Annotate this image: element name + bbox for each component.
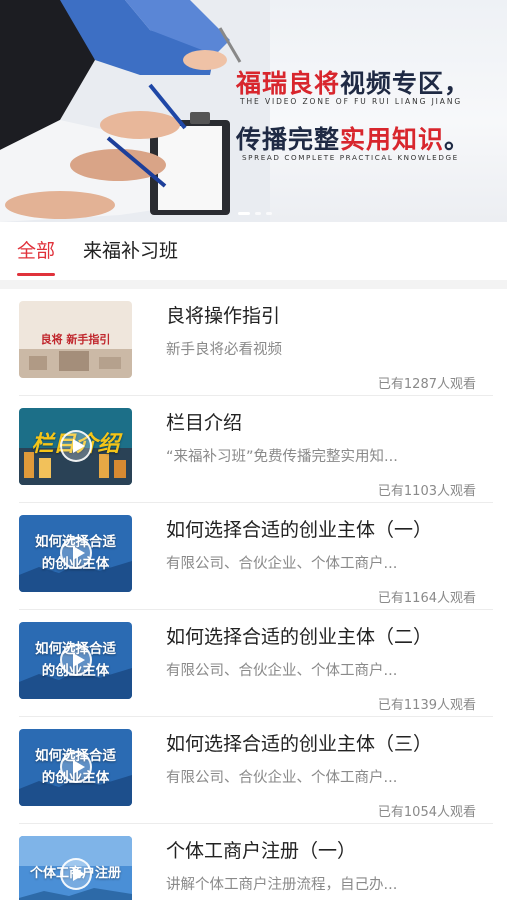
video-thumbnail[interactable]: 良将 新手指引: [19, 301, 132, 378]
video-item[interactable]: 如何选择合适 的创业主体 如何选择合适的创业主体（一） 有限公司、合伙企业、个体…: [0, 503, 507, 610]
play-icon[interactable]: [60, 537, 92, 569]
banner-zone-text: 视频专区，: [340, 69, 471, 98]
video-item[interactable]: 良将 新手指引 良将操作指引 新手良将必看视频 已有1287人观看: [0, 289, 507, 396]
video-description: 新手良将必看视频: [166, 342, 282, 358]
view-count: 已有1103人观看: [377, 484, 476, 499]
view-count: 已有1054人观看: [377, 805, 476, 820]
banner-headline-2: 传播完整实用知识。: [236, 120, 470, 156]
video-title[interactable]: 如何选择合适的创业主体（一）: [166, 515, 476, 542]
video-info: 栏目介绍 “来福补习班”免费传播完整实用知... 已有1103人观看: [166, 408, 476, 503]
video-info: 良将操作指引 新手良将必看视频 已有1287人观看: [166, 301, 476, 396]
carousel-dot[interactable]: [238, 212, 250, 215]
video-title[interactable]: 良将操作指引: [166, 301, 476, 328]
play-icon[interactable]: [60, 751, 92, 783]
video-title[interactable]: 栏目介绍: [166, 408, 476, 435]
thumbnail-caption: 良将 新手指引: [40, 333, 111, 346]
video-title[interactable]: 个体工商户注册（一）: [166, 836, 476, 863]
carousel-dot[interactable]: [255, 212, 261, 215]
banner-subtitle-2: SPREAD COMPLETE PRACTICAL KNOWLEDGE: [242, 153, 459, 162]
video-item[interactable]: 如何选择合适 的创业主体 如何选择合适的创业主体（二） 有限公司、合伙企业、个体…: [0, 610, 507, 717]
video-description: 有限公司、合伙企业、个体工商户...: [166, 770, 398, 786]
banner-illustration: [0, 0, 270, 222]
video-description: 有限公司、合伙企业、个体工商户...: [166, 556, 398, 572]
banner-spread-text: 传播完整: [236, 125, 341, 154]
view-count: 已有1164人观看: [377, 591, 476, 606]
carousel-indicator: [238, 212, 272, 215]
play-icon[interactable]: [60, 644, 92, 676]
view-count: 已有1139人观看: [377, 698, 476, 713]
tab-all[interactable]: 全部: [17, 222, 56, 280]
category-tabs: 全部 来福补习班: [0, 222, 507, 280]
video-thumbnail[interactable]: 如何选择合适 的创业主体: [19, 622, 132, 699]
video-info: 如何选择合适的创业主体（一） 有限公司、合伙企业、个体工商户... 已有1164…: [166, 515, 476, 610]
video-info: 如何选择合适的创业主体（三） 有限公司、合伙企业、个体工商户... 已有1054…: [166, 729, 476, 824]
video-list: 良将 新手指引 良将操作指引 新手良将必看视频 已有1287人观看 栏目介绍 栏…: [0, 289, 507, 900]
video-description: 讲解个体工商户注册流程，自己办...: [166, 877, 398, 893]
video-thumbnail[interactable]: 如何选择合适 的创业主体: [19, 515, 132, 592]
video-thumbnail[interactable]: 如何选择合适 的创业主体: [19, 729, 132, 806]
video-description: 有限公司、合伙企业、个体工商户...: [166, 663, 398, 679]
banner-brand: 福瑞良将: [236, 69, 341, 98]
play-icon[interactable]: [60, 858, 92, 890]
view-count: 已有1287人观看: [377, 377, 476, 392]
video-item[interactable]: 栏目介绍 栏目介绍 “来福补习班”免费传播完整实用知... 已有1103人观看: [0, 396, 507, 503]
tab-laifu-class[interactable]: 来福补习班: [83, 222, 178, 280]
section-divider: [0, 280, 507, 289]
banner-knowledge-text: 实用知识: [340, 125, 445, 154]
video-description: “来福补习班”免费传播完整实用知...: [166, 449, 398, 465]
video-info: 如何选择合适的创业主体（二） 有限公司、合伙企业、个体工商户... 已有1139…: [166, 622, 476, 717]
banner-period: 。: [444, 125, 471, 154]
banner-carousel[interactable]: 福瑞良将视频专区， THE VIDEO ZONE OF FU RUI LIANG…: [0, 0, 507, 222]
play-icon[interactable]: [60, 430, 92, 462]
video-thumbnail[interactable]: 个体工商户注册: [19, 836, 132, 900]
video-title[interactable]: 如何选择合适的创业主体（三）: [166, 729, 476, 756]
video-item[interactable]: 如何选择合适 的创业主体 如何选择合适的创业主体（三） 有限公司、合伙企业、个体…: [0, 717, 507, 824]
video-thumbnail[interactable]: 栏目介绍: [19, 408, 132, 485]
carousel-dot[interactable]: [266, 212, 272, 215]
banner-headline-1: 福瑞良将视频专区，: [236, 64, 470, 100]
video-info: 个体工商户注册（一） 讲解个体工商户注册流程，自己办...: [166, 836, 476, 900]
banner-subtitle-1: THE VIDEO ZONE OF FU RUI LIANG JIANG: [240, 97, 463, 106]
video-title[interactable]: 如何选择合适的创业主体（二）: [166, 622, 476, 649]
video-item[interactable]: 个体工商户注册 个体工商户注册（一） 讲解个体工商户注册流程，自己办...: [0, 824, 507, 900]
